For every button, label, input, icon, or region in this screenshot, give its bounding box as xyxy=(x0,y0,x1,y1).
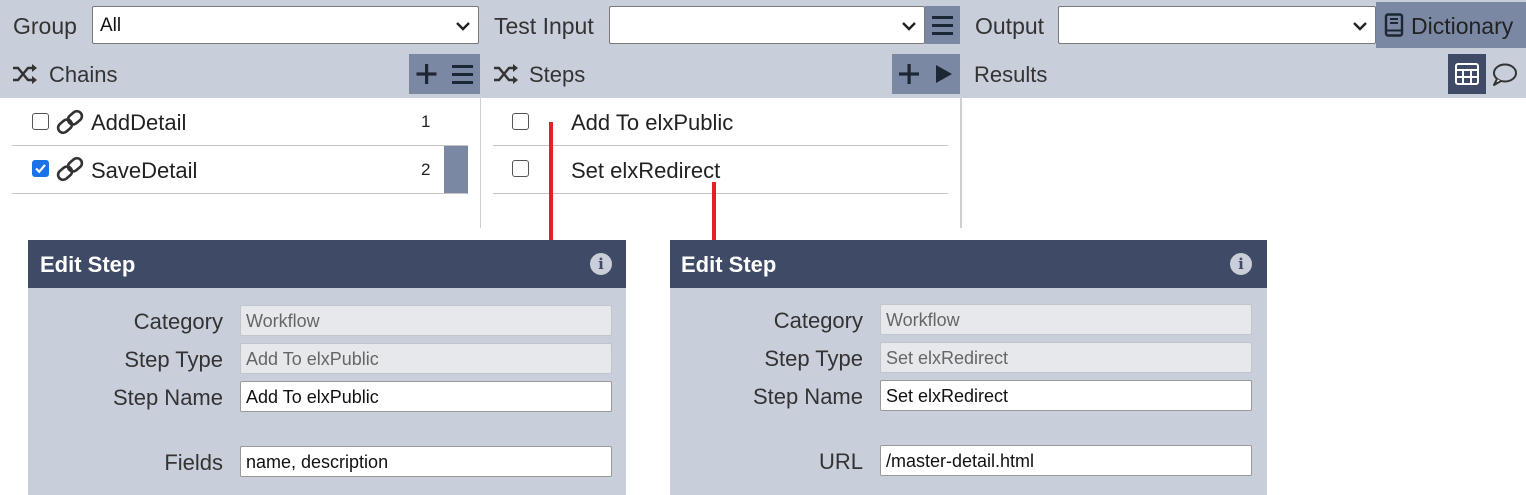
chevron-down-icon xyxy=(902,22,916,31)
info-icon[interactable]: i xyxy=(1230,253,1252,275)
chain-item-label: AddDetail xyxy=(91,110,187,135)
callout-connector xyxy=(549,122,553,248)
book-icon xyxy=(1384,13,1404,37)
add-chain-button[interactable] xyxy=(409,54,444,94)
link-icon xyxy=(56,109,84,135)
shuffle-icon xyxy=(494,64,518,84)
run-steps-button[interactable] xyxy=(926,54,960,94)
results-comment-button[interactable] xyxy=(1486,54,1526,94)
info-icon[interactable]: i xyxy=(590,253,612,275)
group-select[interactable]: All xyxy=(92,6,479,44)
top-toolbar: Group All Test Input Output Dictionary xyxy=(0,0,1526,50)
play-icon xyxy=(936,65,952,83)
fields-field[interactable]: name, description xyxy=(240,446,612,477)
edit-step-panel: Edit Step i Category Workflow Step Type … xyxy=(28,240,626,495)
fields-label: Fields xyxy=(164,450,223,475)
output-select[interactable] xyxy=(1058,6,1376,44)
test-input-label: Test Input xyxy=(494,13,594,39)
test-input-menu-button[interactable] xyxy=(925,6,960,44)
menu-icon xyxy=(932,16,953,35)
plus-icon xyxy=(416,64,437,84)
category-field: Workflow xyxy=(880,304,1252,335)
plus-icon xyxy=(899,64,919,84)
panel-title: Edit Step xyxy=(40,252,136,277)
dictionary-button[interactable]: Dictionary xyxy=(1376,2,1526,48)
check-icon xyxy=(34,163,46,173)
table-icon xyxy=(1455,63,1479,85)
step-list-item[interactable]: Set elxRedirect xyxy=(493,146,948,193)
column-divider xyxy=(960,98,962,228)
column-divider xyxy=(480,98,481,228)
category-field: Workflow xyxy=(240,305,612,336)
step-name-label: Step Name xyxy=(752,384,863,409)
step-checkbox[interactable] xyxy=(512,113,529,130)
chevron-down-icon xyxy=(456,22,470,31)
url-field[interactable]: /master-detail.html xyxy=(880,445,1252,476)
comment-icon xyxy=(1493,63,1517,86)
group-select-value: All xyxy=(100,15,122,36)
step-type-label: Step Type xyxy=(124,347,223,372)
output-label: Output xyxy=(975,13,1045,39)
row-divider xyxy=(12,193,468,194)
category-label: Category xyxy=(773,308,863,333)
chains-title: Chains xyxy=(49,62,118,87)
category-label: Category xyxy=(133,309,223,334)
chains-menu-button[interactable] xyxy=(444,54,480,94)
step-name-field[interactable]: Set elxRedirect xyxy=(880,380,1252,411)
step-name-field[interactable]: Add To elxPublic xyxy=(240,381,612,412)
step-type-field: Set elxRedirect xyxy=(880,342,1252,373)
chain-item-label: SaveDetail xyxy=(91,158,198,183)
step-type-label: Step Type xyxy=(764,346,863,371)
url-label: URL xyxy=(818,449,863,474)
panel-header: Edit Step i xyxy=(28,240,626,288)
results-table-button[interactable] xyxy=(1448,54,1486,94)
chain-list-item[interactable]: AddDetail 1 xyxy=(12,98,468,146)
add-step-button[interactable] xyxy=(892,54,926,94)
panel-title: Edit Step xyxy=(681,252,777,277)
step-checkbox[interactable] xyxy=(512,160,529,177)
link-icon xyxy=(56,156,84,182)
steps-title: Steps xyxy=(529,62,586,87)
chain-checkbox[interactable] xyxy=(32,160,49,177)
selected-row-marker xyxy=(444,146,468,193)
step-name-label: Step Name xyxy=(112,385,223,410)
group-label: Group xyxy=(13,13,77,39)
chain-checkbox[interactable] xyxy=(32,113,49,130)
step-item-label: Set elxRedirect xyxy=(571,158,721,183)
chain-item-number: 2 xyxy=(421,160,431,179)
chain-list-item[interactable]: SaveDetail 2 xyxy=(12,146,468,193)
callout-connector xyxy=(712,182,716,248)
step-item-label: Add To elxPublic xyxy=(571,110,734,135)
panel-header: Edit Step i xyxy=(670,240,1267,288)
menu-icon xyxy=(452,65,473,84)
chain-item-number: 1 xyxy=(421,112,431,131)
section-header-row: Chains Steps Results xyxy=(0,50,1526,98)
results-title: Results xyxy=(974,62,1048,87)
step-type-field: Add To elxPublic xyxy=(240,343,612,374)
dictionary-button-label: Dictionary xyxy=(1411,13,1514,39)
test-input-select[interactable] xyxy=(609,6,925,44)
shuffle-icon xyxy=(13,64,37,84)
step-list-item[interactable]: Add To elxPublic xyxy=(493,98,948,146)
chevron-down-icon xyxy=(1353,22,1367,31)
row-divider xyxy=(493,193,948,194)
edit-step-panel: Edit Step i Category Workflow Step Type … xyxy=(670,240,1267,495)
